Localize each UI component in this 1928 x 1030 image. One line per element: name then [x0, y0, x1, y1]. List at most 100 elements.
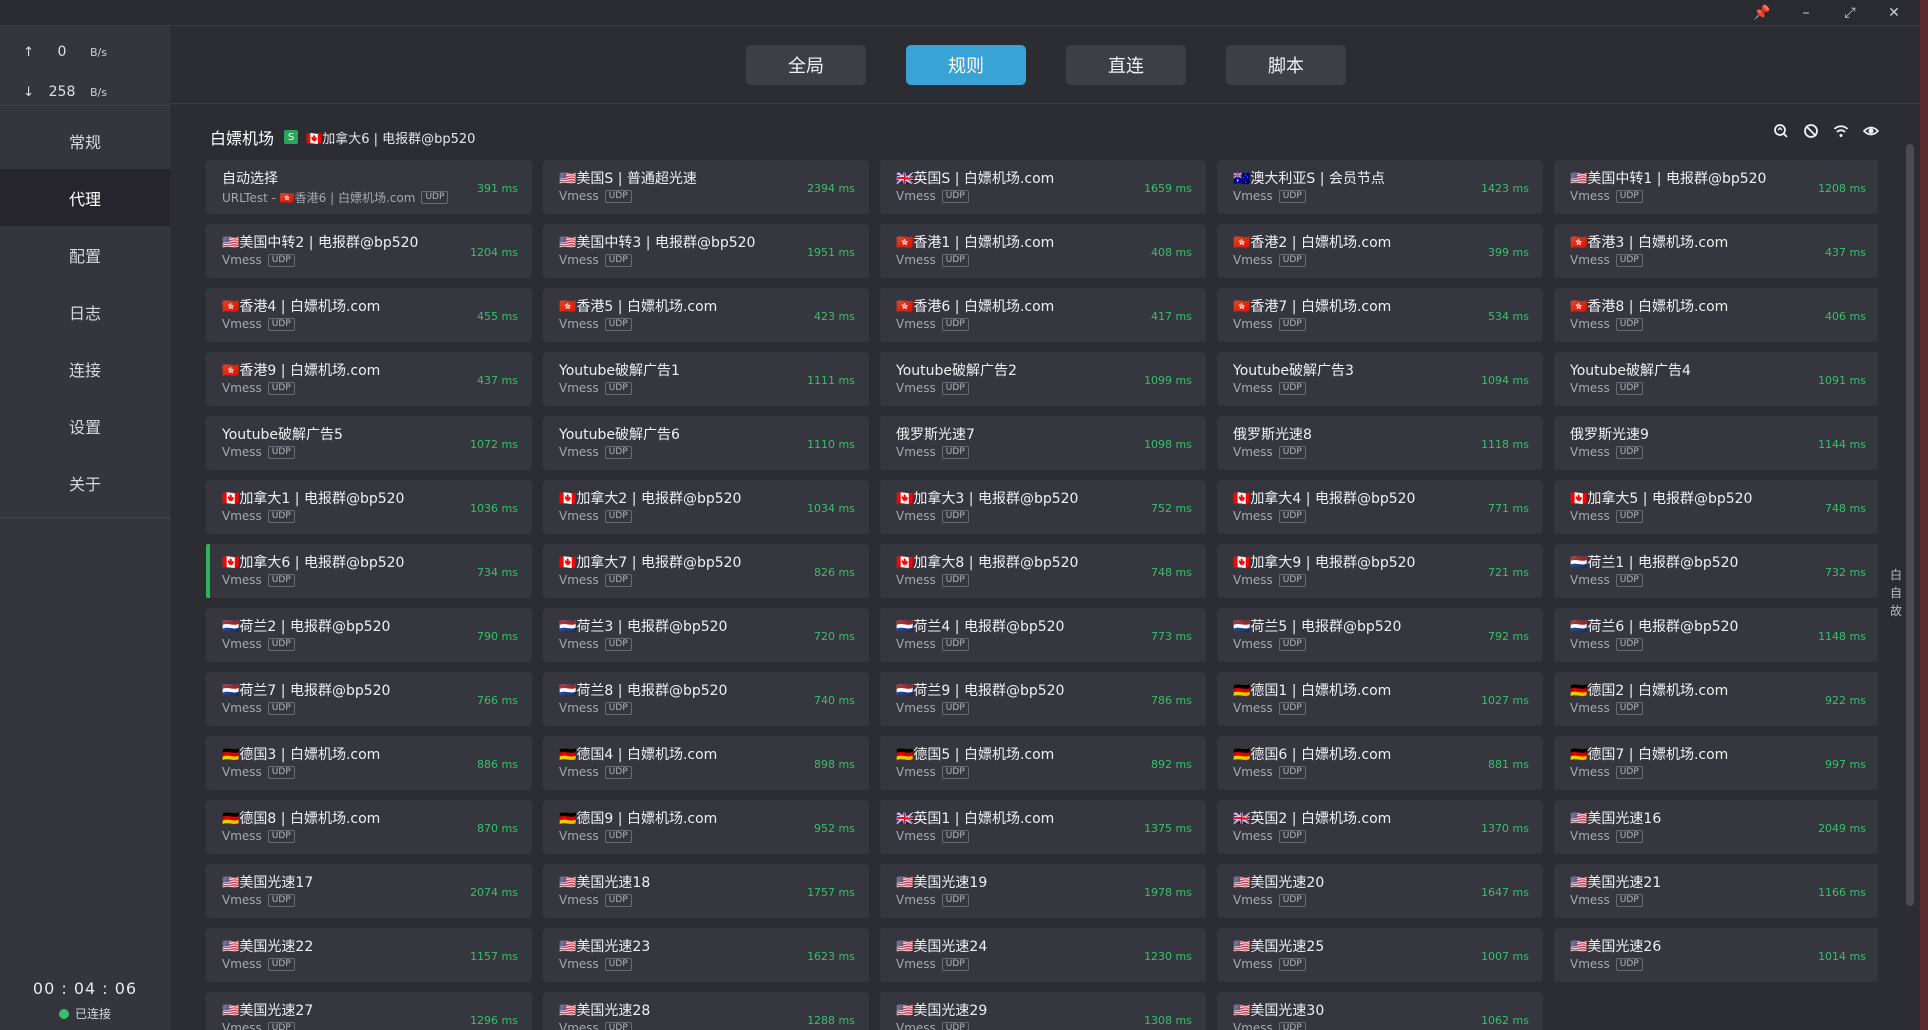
proxy-card[interactable]: 🇺🇸美国光速17 Vmess UDP 2074 ms	[206, 864, 532, 918]
proxy-delay[interactable]: 391 ms	[477, 182, 518, 195]
proxy-card[interactable]: 🇺🇸美国中转2 | 电报群@bp520 Vmess UDP 1204 ms	[206, 224, 532, 278]
proxy-delay[interactable]: 1230 ms	[1144, 950, 1192, 963]
proxy-card[interactable]: 🇦🇺澳大利亚S | 会员节点 Vmess UDP 1423 ms	[1217, 160, 1543, 214]
proxy-card[interactable]: 🇭🇰香港3 | 白嫖机场.com Vmess UDP 437 ms	[1554, 224, 1878, 278]
proxy-delay[interactable]: 1296 ms	[470, 1014, 518, 1027]
proxy-delay[interactable]: 1978 ms	[1144, 886, 1192, 899]
proxy-card[interactable]: 俄罗斯光速9 Vmess UDP 1144 ms	[1554, 416, 1878, 470]
nav-item[interactable]: 日志	[0, 283, 170, 340]
proxy-delay[interactable]: 952 ms	[814, 822, 855, 835]
proxy-card[interactable]: 🇨🇦加拿大5 | 电报群@bp520 Vmess UDP 748 ms	[1554, 480, 1878, 534]
proxy-card[interactable]: 🇺🇸美国光速25 Vmess UDP 1007 ms	[1217, 928, 1543, 982]
mode-button[interactable]: 直连	[1066, 45, 1186, 85]
proxy-card[interactable]: 🇺🇸美国中转3 | 电报群@bp520 Vmess UDP 1951 ms	[543, 224, 869, 278]
proxy-card[interactable]: 俄罗斯光速7 Vmess UDP 1098 ms	[880, 416, 1206, 470]
proxy-card[interactable]: 🇺🇸美国光速23 Vmess UDP 1623 ms	[543, 928, 869, 982]
proxy-card[interactable]: 🇨🇦加拿大8 | 电报群@bp520 Vmess UDP 748 ms	[880, 544, 1206, 598]
proxy-card[interactable]: 🇺🇸美国光速26 Vmess UDP 1014 ms	[1554, 928, 1878, 982]
proxy-delay[interactable]: 1099 ms	[1144, 374, 1192, 387]
proxy-delay[interactable]: 1308 ms	[1144, 1014, 1192, 1027]
proxy-delay[interactable]: 1288 ms	[807, 1014, 855, 1027]
proxy-card[interactable]: 🇺🇸美国光速29 Vmess UDP 1308 ms	[880, 992, 1206, 1030]
proxy-delay[interactable]: 1157 ms	[470, 950, 518, 963]
proxy-delay[interactable]: 771 ms	[1488, 502, 1529, 515]
proxy-delay[interactable]: 1110 ms	[807, 438, 855, 451]
proxy-delay[interactable]: 1204 ms	[470, 246, 518, 259]
proxy-card[interactable]: Youtube破解广告6 Vmess UDP 1110 ms	[543, 416, 869, 470]
proxy-delay[interactable]: 721 ms	[1488, 566, 1529, 579]
proxy-delay[interactable]: 406 ms	[1825, 310, 1866, 323]
proxy-delay[interactable]: 997 ms	[1825, 758, 1866, 771]
proxy-card[interactable]: Youtube破解广告5 Vmess UDP 1072 ms	[206, 416, 532, 470]
proxy-delay[interactable]: 826 ms	[814, 566, 855, 579]
proxy-card[interactable]: 🇩🇪德国6 | 白嫖机场.com Vmess UDP 881 ms	[1217, 736, 1543, 790]
proxy-delay[interactable]: 766 ms	[477, 694, 518, 707]
proxy-card[interactable]: 🇺🇸美国光速21 Vmess UDP 1166 ms	[1554, 864, 1878, 918]
proxy-card[interactable]: 🇳🇱荷兰8 | 电报群@bp520 Vmess UDP 740 ms	[543, 672, 869, 726]
proxy-delay[interactable]: 870 ms	[477, 822, 518, 835]
proxy-card[interactable]: 🇳🇱荷兰7 | 电报群@bp520 Vmess UDP 766 ms	[206, 672, 532, 726]
proxy-delay[interactable]: 1375 ms	[1144, 822, 1192, 835]
speed-test-icon[interactable]	[1772, 122, 1790, 140]
proxy-card[interactable]: 🇳🇱荷兰6 | 电报群@bp520 Vmess UDP 1148 ms	[1554, 608, 1878, 662]
proxy-card[interactable]: 🇳🇱荷兰5 | 电报群@bp520 Vmess UDP 792 ms	[1217, 608, 1543, 662]
pin-icon[interactable]: 📌	[1742, 0, 1782, 26]
proxy-delay[interactable]: 1423 ms	[1481, 182, 1529, 195]
proxy-delay[interactable]: 437 ms	[1825, 246, 1866, 259]
nav-item[interactable]: 配置	[0, 226, 170, 283]
proxy-card[interactable]: 🇺🇸美国S | 普通超光速 Vmess UDP 2394 ms	[543, 160, 869, 214]
proxy-card[interactable]: 🇺🇸美国光速16 Vmess UDP 2049 ms	[1554, 800, 1878, 854]
proxy-card[interactable]: Youtube破解广告4 Vmess UDP 1091 ms	[1554, 352, 1878, 406]
proxy-delay[interactable]: 2074 ms	[470, 886, 518, 899]
proxy-delay[interactable]: 1118 ms	[1481, 438, 1529, 451]
proxy-delay[interactable]: 790 ms	[477, 630, 518, 643]
proxy-card[interactable]: 🇨🇦加拿大9 | 电报群@bp520 Vmess UDP 721 ms	[1217, 544, 1543, 598]
proxy-delay[interactable]: 1036 ms	[470, 502, 518, 515]
proxy-card[interactable]: 🇨🇦加拿大7 | 电报群@bp520 Vmess UDP 826 ms	[543, 544, 869, 598]
proxy-delay[interactable]: 408 ms	[1151, 246, 1192, 259]
proxy-card[interactable]: 🇩🇪德国4 | 白嫖机场.com Vmess UDP 898 ms	[543, 736, 869, 790]
proxy-card[interactable]: 🇭🇰香港5 | 白嫖机场.com Vmess UDP 423 ms	[543, 288, 869, 342]
proxy-card[interactable]: Youtube破解广告3 Vmess UDP 1094 ms	[1217, 352, 1543, 406]
proxy-card[interactable]: 🇺🇸美国中转1 | 电报群@bp520 Vmess UDP 1208 ms	[1554, 160, 1878, 214]
proxy-delay[interactable]: 1370 ms	[1481, 822, 1529, 835]
proxy-delay[interactable]: 922 ms	[1825, 694, 1866, 707]
proxy-card[interactable]: 🇩🇪德国3 | 白嫖机场.com Vmess UDP 886 ms	[206, 736, 532, 790]
proxy-delay[interactable]: 1148 ms	[1818, 630, 1866, 643]
proxy-delay[interactable]: 1014 ms	[1818, 950, 1866, 963]
proxy-card[interactable]: 🇩🇪德国8 | 白嫖机场.com Vmess UDP 870 ms	[206, 800, 532, 854]
proxy-card[interactable]: 🇨🇦加拿大3 | 电报群@bp520 Vmess UDP 752 ms	[880, 480, 1206, 534]
proxy-delay[interactable]: 748 ms	[1825, 502, 1866, 515]
proxy-delay[interactable]: 1098 ms	[1144, 438, 1192, 451]
proxy-card[interactable]: 🇳🇱荷兰3 | 电报群@bp520 Vmess UDP 720 ms	[543, 608, 869, 662]
proxy-card[interactable]: 🇺🇸美国光速20 Vmess UDP 1647 ms	[1217, 864, 1543, 918]
proxy-delay[interactable]: 720 ms	[814, 630, 855, 643]
proxy-card[interactable]: 🇭🇰香港1 | 白嫖机场.com Vmess UDP 408 ms	[880, 224, 1206, 278]
proxy-card[interactable]: 🇩🇪德国9 | 白嫖机场.com Vmess UDP 952 ms	[543, 800, 869, 854]
close-button[interactable]: ✕	[1874, 0, 1914, 26]
nav-item[interactable]: 常规	[0, 112, 170, 169]
proxy-delay[interactable]: 773 ms	[1151, 630, 1192, 643]
proxy-card[interactable]: 🇳🇱荷兰2 | 电报群@bp520 Vmess UDP 790 ms	[206, 608, 532, 662]
proxy-delay[interactable]: 792 ms	[1488, 630, 1529, 643]
proxy-delay[interactable]: 898 ms	[814, 758, 855, 771]
proxy-card[interactable]: 🇨🇦加拿大6 | 电报群@bp520 Vmess UDP 734 ms	[206, 544, 532, 598]
nav-item[interactable]: 连接	[0, 340, 170, 397]
proxy-card[interactable]: 🇨🇦加拿大1 | 电报群@bp520 Vmess UDP 1036 ms	[206, 480, 532, 534]
hide-unavailable-icon[interactable]	[1802, 122, 1820, 140]
proxy-delay[interactable]: 734 ms	[477, 566, 518, 579]
wifi-icon[interactable]	[1832, 122, 1850, 140]
proxy-card[interactable]: 🇺🇸美国光速27 Vmess UDP 1296 ms	[206, 992, 532, 1030]
proxy-delay[interactable]: 1094 ms	[1481, 374, 1529, 387]
proxy-delay[interactable]: 534 ms	[1488, 310, 1529, 323]
proxy-delay[interactable]: 1144 ms	[1818, 438, 1866, 451]
proxy-card[interactable]: 🇩🇪德国7 | 白嫖机场.com Vmess UDP 997 ms	[1554, 736, 1878, 790]
proxy-card[interactable]: 🇭🇰香港9 | 白嫖机场.com Vmess UDP 437 ms	[206, 352, 532, 406]
proxy-delay[interactable]: 1007 ms	[1481, 950, 1529, 963]
proxy-card[interactable]: 🇨🇦加拿大2 | 电报群@bp520 Vmess UDP 1034 ms	[543, 480, 869, 534]
proxy-card[interactable]: 🇩🇪德国1 | 白嫖机场.com Vmess UDP 1027 ms	[1217, 672, 1543, 726]
proxy-card[interactable]: 🇭🇰香港4 | 白嫖机场.com Vmess UDP 455 ms	[206, 288, 532, 342]
proxy-card[interactable]: 🇬🇧英国2 | 白嫖机场.com Vmess UDP 1370 ms	[1217, 800, 1543, 854]
proxy-card[interactable]: 俄罗斯光速8 Vmess UDP 1118 ms	[1217, 416, 1543, 470]
proxy-delay[interactable]: 1111 ms	[807, 374, 855, 387]
